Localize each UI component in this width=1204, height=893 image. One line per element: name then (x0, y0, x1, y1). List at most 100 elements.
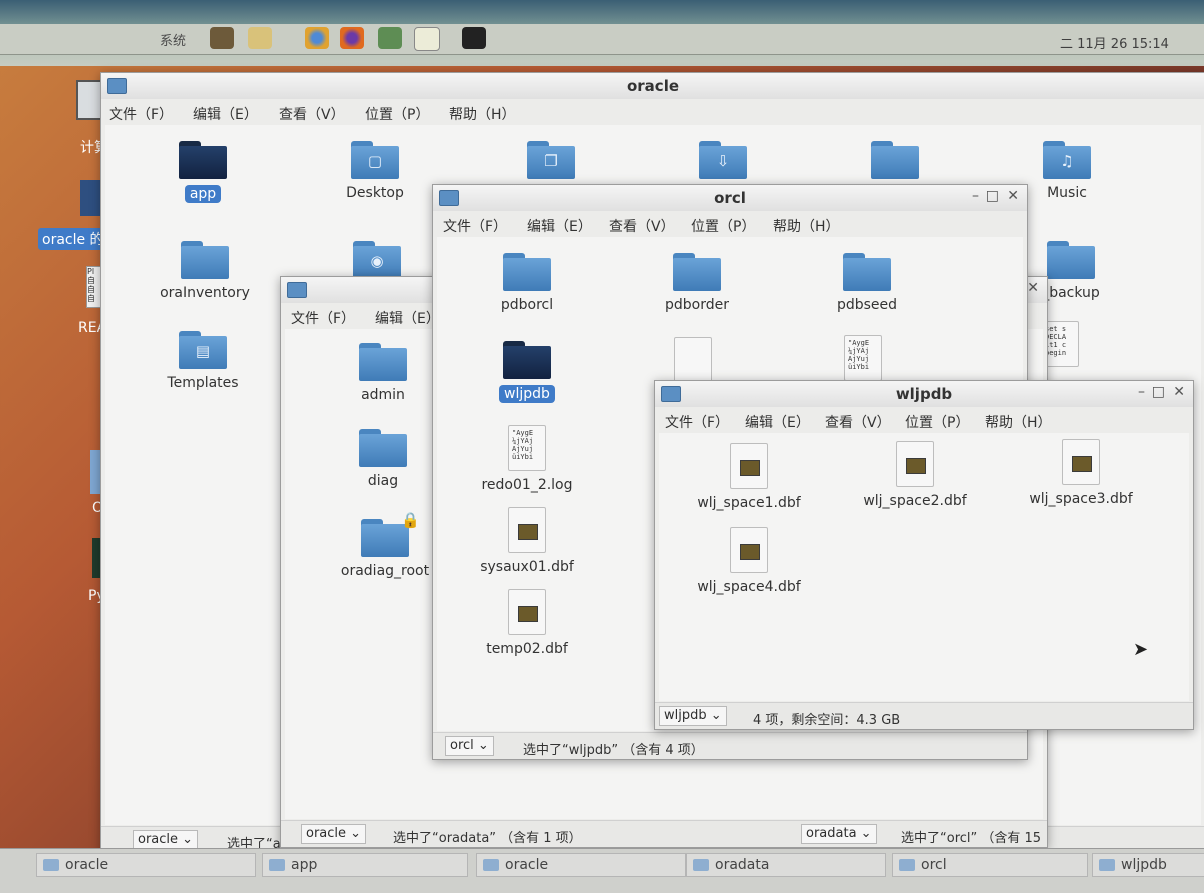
menu-edit[interactable]: 编辑（E） (193, 104, 258, 124)
image-file-icon (508, 589, 546, 635)
file-temp02-dbf[interactable]: temp02.dbf (467, 589, 587, 657)
task-orcl[interactable]: orcl (892, 853, 1088, 877)
menu-places[interactable]: 位置（P） (905, 412, 969, 432)
task-app[interactable]: app (262, 853, 468, 877)
titlebar[interactable]: orcl – □ ✕ (433, 185, 1027, 212)
file-sysaux01-dbf[interactable]: sysaux01.dbf (467, 507, 587, 575)
folder-icon (287, 282, 307, 298)
image-file-icon (1062, 439, 1100, 485)
menu-edit[interactable]: 编辑（E） (375, 308, 440, 328)
minimize-icon[interactable]: – (972, 188, 979, 204)
location-label: oracle (138, 832, 179, 847)
folder-desktop[interactable]: ▢ Desktop (315, 141, 435, 201)
statusbar: oracle ⌄ 选中了“oradata” （含有 1 项） oradata ⌄… (281, 820, 1047, 847)
item-label: Templates (167, 375, 239, 391)
folder-orainventory[interactable]: oraInventory (145, 241, 265, 301)
folder-admin[interactable]: admin (323, 343, 443, 403)
task-label: app (291, 857, 318, 873)
clock[interactable]: 二 11月 26 15:14 (1060, 33, 1169, 52)
menu-view[interactable]: 查看（V） (279, 104, 345, 124)
task-wljpdb[interactable]: wljpdb (1092, 853, 1204, 877)
folder-generic[interactable] (835, 141, 955, 179)
menu-edit[interactable]: 编辑（E） (527, 216, 592, 236)
folder-icon (359, 429, 407, 467)
file-view[interactable]: wlj_space1.dbf wlj_space2.dbf wlj_space3… (659, 433, 1189, 701)
titlebar[interactable]: wljpdb – □ ✕ (655, 381, 1193, 408)
status-text: 选中了“wljpdb” （含有 4 项） (523, 743, 704, 758)
location-button[interactable]: wljpdb ⌄ (659, 706, 727, 726)
menu-help[interactable]: 帮助（H） (985, 412, 1052, 432)
folder-oradiag-root[interactable]: 🔒 oradiag_root (325, 511, 445, 579)
item-label: app (184, 185, 222, 203)
task-oracle-2[interactable]: oracle (476, 853, 686, 877)
system-menu[interactable]: 系统 (160, 30, 186, 49)
file-blank[interactable] (663, 337, 723, 383)
folder-pictures[interactable]: ◉ (317, 241, 437, 279)
folder-icon (673, 253, 721, 291)
menu-file[interactable]: 文件（F） (443, 216, 507, 236)
task-oracle[interactable]: oracle (36, 853, 256, 877)
folder-wljpdb[interactable]: wljpdb (467, 341, 587, 403)
file-preview: "AygE ¼jYAj AjYuj üiYbi (848, 339, 870, 371)
folder-downloads[interactable]: ⇩ (663, 141, 783, 179)
menu-help[interactable]: 帮助（H） (449, 104, 516, 124)
folder-pdbseed[interactable]: pdbseed (807, 253, 927, 313)
window-wljpdb: wljpdb – □ ✕ 文件（F） 编辑（E） 查看（V） 位置（P） 帮助（… (654, 380, 1194, 730)
window-title: wljpdb (895, 385, 953, 403)
firefox-icon[interactable] (340, 27, 364, 49)
titlebar[interactable]: oracle (101, 73, 1204, 100)
menu-help[interactable]: 帮助（H） (773, 216, 840, 236)
location-button[interactable]: oracle ⌄ (133, 830, 199, 850)
item-label: admin (361, 387, 405, 403)
location-button[interactable]: oracle ⌄ (301, 824, 367, 844)
documents-folder-icon: ❐ (527, 141, 575, 179)
close-icon[interactable]: ✕ (1027, 280, 1039, 296)
folder-app[interactable]: app (143, 141, 263, 203)
folder-templates[interactable]: ▤ Templates (143, 331, 263, 391)
folder-icon (843, 253, 891, 291)
music-folder-icon: ♫ (1043, 141, 1091, 179)
file-wlj-space1[interactable]: wlj_space1.dbf (689, 443, 809, 511)
status-text: 4 项，剩余空间：4.3 GB (753, 713, 901, 728)
close-icon[interactable]: ✕ (1173, 384, 1185, 400)
location-button[interactable]: oradata ⌄ (801, 824, 877, 844)
file-wlj-space2[interactable]: wlj_space2.dbf (855, 441, 975, 509)
maximize-icon[interactable]: □ (1152, 384, 1165, 400)
menu-view[interactable]: 查看（V） (825, 412, 891, 432)
text-editor-icon[interactable] (414, 27, 440, 51)
folder-diag[interactable]: diag (323, 429, 443, 489)
notes-icon[interactable] (248, 27, 272, 49)
menu-places[interactable]: 位置（P） (691, 216, 755, 236)
menu-places[interactable]: 位置（P） (365, 104, 429, 124)
image-file-icon (730, 527, 768, 573)
file-redo01-2-log[interactable]: "AygE ¼jYAj AjYuj üiYbi redo01_2.log (467, 425, 587, 493)
minimize-icon[interactable]: – (1138, 384, 1145, 400)
desktop-label-home[interactable]: oracle 的 (38, 228, 108, 250)
file-wlj-space4[interactable]: wlj_space4.dbf (689, 527, 809, 595)
task-label: oracle (505, 857, 549, 873)
launcher-icon[interactable] (210, 27, 234, 49)
file-log-preview[interactable]: "AygE ¼jYAj AjYuj üiYbi (833, 335, 893, 381)
location-label: oradata (806, 826, 857, 841)
desktop-folder-icon: ▢ (351, 141, 399, 179)
location-button[interactable]: orcl ⌄ (445, 736, 494, 756)
chrome-icon[interactable] (305, 27, 329, 49)
menu-edit[interactable]: 编辑（E） (745, 412, 810, 432)
menu-file[interactable]: 文件（F） (109, 104, 173, 124)
task-oradata[interactable]: oradata (686, 853, 886, 877)
folder-icon (359, 343, 407, 381)
folder-documents[interactable]: ❐ (491, 141, 611, 179)
close-icon[interactable]: ✕ (1007, 188, 1019, 204)
folder-pdborder[interactable]: pdborder (637, 253, 757, 313)
file-wlj-space3[interactable]: wlj_space3.dbf (1021, 439, 1141, 507)
menu-view[interactable]: 查看（V） (609, 216, 675, 236)
menu-file[interactable]: 文件（F） (665, 412, 729, 432)
terminal-icon[interactable] (462, 27, 486, 49)
folder-pdborcl[interactable]: pdborcl (467, 253, 587, 313)
item-label: wljpdb (499, 385, 555, 403)
maximize-icon[interactable]: □ (986, 188, 999, 204)
files-icon[interactable] (378, 27, 402, 49)
menu-file[interactable]: 文件（F） (291, 308, 355, 328)
item-label: oradiag_root (340, 563, 430, 579)
mouse-pointer-icon: ➤ (1133, 639, 1149, 660)
